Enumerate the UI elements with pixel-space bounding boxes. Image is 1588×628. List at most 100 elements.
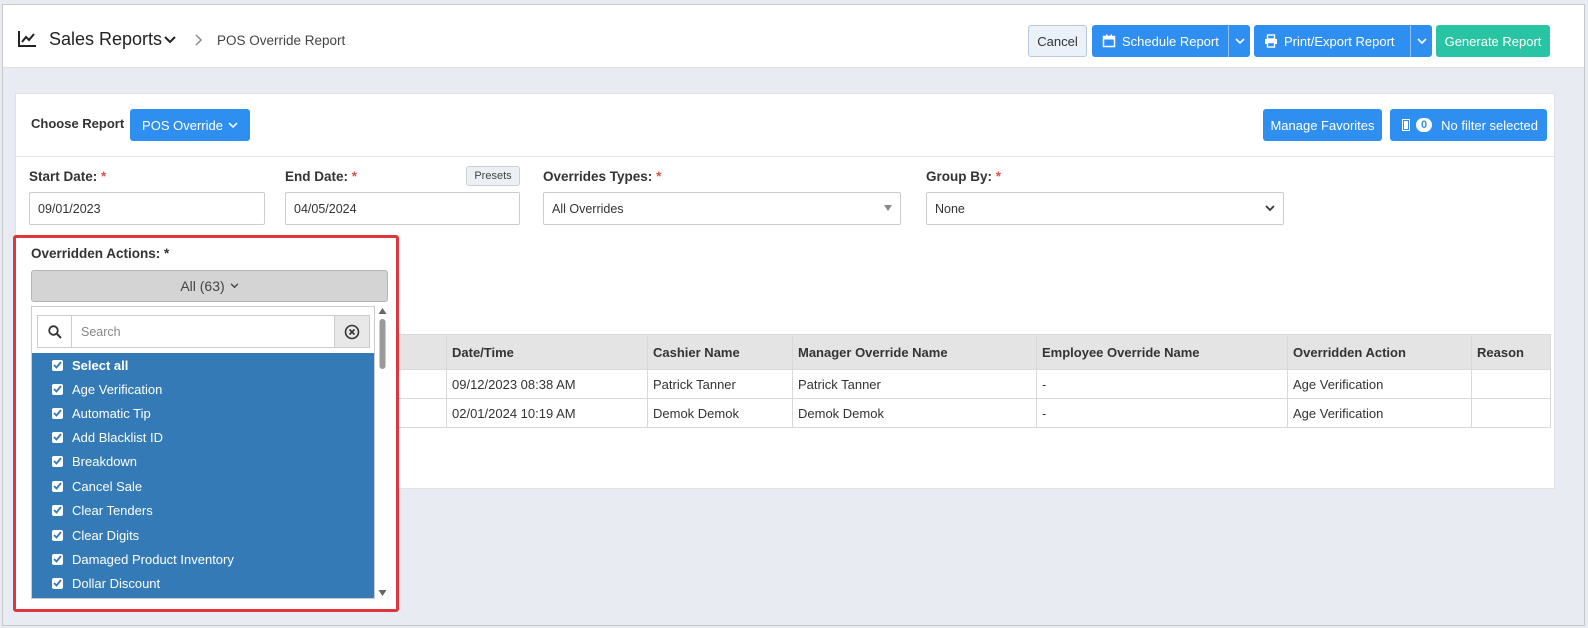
breadcrumb: POS Override Report bbox=[217, 33, 346, 48]
start-date-input[interactable]: 09/01/2023 bbox=[29, 192, 265, 225]
overridden-actions-button[interactable]: All (63) bbox=[31, 270, 388, 302]
report-select-label: POS Override bbox=[142, 117, 223, 133]
list-item[interactable]: Automatic Tip bbox=[32, 401, 374, 425]
group-by-label-text: Group By: bbox=[926, 169, 992, 184]
schedule-dropdown-toggle[interactable] bbox=[1228, 25, 1250, 57]
filter-count-badge: 0 bbox=[1416, 118, 1433, 132]
list-item[interactable]: Age Verification bbox=[32, 377, 374, 401]
scroll-up-arrow-icon[interactable] bbox=[378, 308, 387, 314]
scroll-thumb[interactable] bbox=[379, 319, 386, 369]
list-item[interactable]: Dollar Discount bbox=[32, 571, 374, 595]
print-dropdown-toggle[interactable] bbox=[1410, 25, 1432, 57]
option-label: Automatic Tip bbox=[72, 405, 151, 421]
manage-favorites-button[interactable]: Manage Favorites bbox=[1263, 109, 1382, 141]
checkbox-checked-icon[interactable] bbox=[52, 553, 63, 565]
option-label: Damaged Product Inventory bbox=[72, 551, 234, 567]
close-circle-icon bbox=[344, 324, 360, 339]
filter-icon bbox=[1402, 119, 1410, 131]
checkbox-checked-icon[interactable] bbox=[52, 577, 63, 589]
list-item[interactable]: Cancel Sale bbox=[32, 474, 374, 498]
page-title: Sales Reports bbox=[49, 29, 163, 49]
checkbox-checked-icon[interactable] bbox=[52, 504, 63, 516]
chevron-down-icon bbox=[1234, 37, 1245, 44]
overrides-types-label: Overrides Types: * bbox=[543, 169, 661, 184]
option-label: Cancel Sale bbox=[72, 478, 143, 494]
list-item[interactable]: Damaged Product Inventory bbox=[32, 547, 374, 571]
caret-down-icon bbox=[884, 205, 892, 211]
option-label: Age Verification bbox=[72, 381, 163, 397]
cancel-label: Cancel bbox=[1037, 33, 1078, 49]
app-frame: Sales Reports POS Override Report Cancel… bbox=[2, 4, 1585, 626]
column-header-manager[interactable]: Manager Override Name bbox=[792, 334, 1037, 370]
end-date-label-text: End Date: bbox=[285, 169, 349, 184]
divider bbox=[16, 156, 1554, 157]
column-header-employee[interactable]: Employee Override Name bbox=[1036, 334, 1288, 370]
chevron-right-icon bbox=[195, 34, 203, 46]
options-list: Select all Age Verification Automatic Ti… bbox=[32, 353, 374, 598]
printer-icon bbox=[1265, 34, 1277, 48]
group-by-select[interactable]: None bbox=[926, 192, 1284, 225]
required-mark: * bbox=[656, 169, 662, 184]
checkbox-checked-icon[interactable] bbox=[52, 529, 63, 541]
overridden-actions-label: Overridden Actions: * bbox=[31, 246, 170, 261]
scroll-down-arrow-icon[interactable] bbox=[378, 590, 387, 596]
table-cell: Demok Demok bbox=[792, 398, 1037, 428]
chevron-down-icon bbox=[230, 283, 239, 289]
required-mark: * bbox=[351, 169, 358, 184]
clear-search-button[interactable] bbox=[334, 316, 369, 347]
column-header-cashier[interactable]: Cashier Name bbox=[647, 334, 793, 370]
checkbox-checked-icon[interactable] bbox=[52, 431, 63, 443]
page-header: Sales Reports POS Override Report Cancel… bbox=[3, 5, 1584, 68]
checkbox-checked-icon[interactable] bbox=[52, 383, 63, 395]
chevron-down-icon[interactable] bbox=[163, 35, 177, 45]
presets-label: Presets bbox=[474, 170, 512, 182]
filter-status-text: No filter selected bbox=[1441, 117, 1538, 133]
overrides-types-value: All Overrides bbox=[552, 201, 624, 216]
overrides-types-label-text: Overrides Types: bbox=[543, 169, 653, 184]
list-item[interactable]: Add Blacklist ID bbox=[32, 425, 374, 449]
report-select-button[interactable]: POS Override bbox=[130, 109, 250, 141]
checkbox-checked-icon[interactable] bbox=[52, 455, 63, 467]
column-header-datetime[interactable]: Date/Time bbox=[446, 334, 648, 370]
option-label: Add Blacklist ID bbox=[72, 429, 164, 445]
choose-report-label: Choose Report bbox=[31, 116, 125, 131]
table-cell bbox=[1471, 369, 1551, 399]
schedule-report-button[interactable]: Schedule Report bbox=[1092, 25, 1250, 57]
list-item[interactable]: Clear Tenders bbox=[32, 498, 374, 522]
checkbox-checked-icon[interactable] bbox=[52, 359, 63, 371]
start-date-label-text: Start Date: bbox=[29, 169, 98, 184]
table-cell: Age Verification bbox=[1287, 398, 1472, 428]
print-export-label: Print/Export Report bbox=[1284, 33, 1395, 49]
filter-button[interactable]: 0 No filter selected bbox=[1390, 109, 1547, 141]
option-label: Dollar Discount bbox=[72, 575, 161, 591]
presets-button[interactable]: Presets bbox=[466, 166, 520, 186]
generate-report-button[interactable]: Generate Report bbox=[1436, 25, 1550, 57]
overridden-actions-dropdown: Overridden Actions: * All (63) Search Se… bbox=[13, 235, 399, 612]
overrides-types-select[interactable]: All Overrides bbox=[543, 192, 901, 225]
option-label: Select all bbox=[72, 357, 129, 373]
list-item[interactable]: Clear Digits bbox=[32, 523, 374, 547]
end-date-input[interactable]: 04/05/2024 bbox=[285, 192, 520, 225]
option-label: Clear Digits bbox=[72, 527, 140, 543]
table-cell: - bbox=[1036, 398, 1288, 428]
option-label: Breakdown bbox=[72, 453, 138, 469]
checkbox-checked-icon[interactable] bbox=[52, 407, 63, 419]
overridden-actions-list: Search Select all Age Verification Autom… bbox=[31, 306, 375, 599]
scrollbar[interactable] bbox=[377, 306, 388, 599]
chevron-down-icon bbox=[1416, 37, 1427, 44]
table-cell: 02/01/2024 10:19 AM bbox=[446, 398, 648, 428]
end-date-label: End Date: * bbox=[285, 169, 357, 184]
line-chart-icon bbox=[18, 31, 36, 47]
option-label: Clear Tenders bbox=[72, 502, 153, 518]
checkbox-checked-icon[interactable] bbox=[52, 480, 63, 492]
option-select-all[interactable]: Select all bbox=[32, 353, 374, 377]
cancel-button[interactable]: Cancel bbox=[1028, 25, 1087, 57]
search-input[interactable]: Search bbox=[81, 325, 121, 339]
end-date-value: 04/05/2024 bbox=[294, 201, 357, 216]
print-export-button[interactable]: Print/Export Report bbox=[1254, 25, 1432, 57]
list-item[interactable]: Breakdown bbox=[32, 449, 374, 473]
column-header-action[interactable]: Overridden Action bbox=[1287, 334, 1472, 370]
column-header-reason[interactable]: Reason bbox=[1471, 334, 1551, 370]
group-by-label: Group By: * bbox=[926, 169, 1001, 184]
table-cell: - bbox=[1036, 369, 1288, 399]
